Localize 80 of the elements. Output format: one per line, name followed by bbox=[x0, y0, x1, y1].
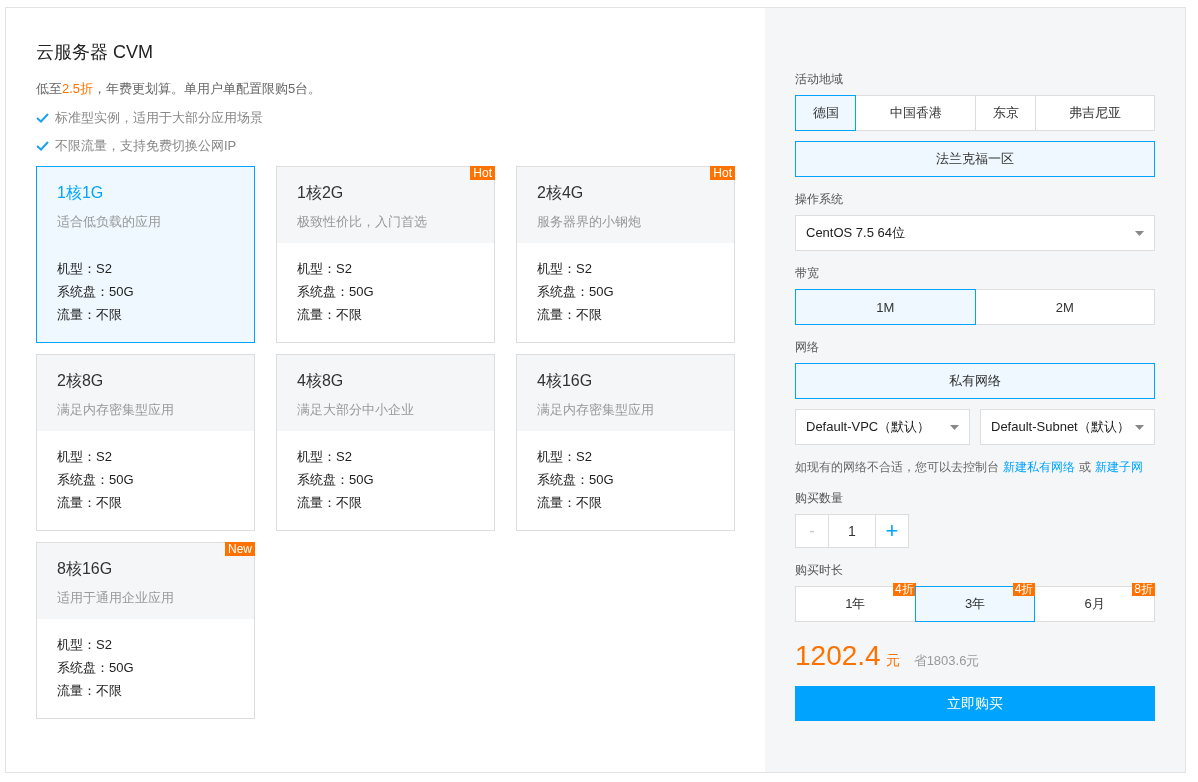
plan-spec: 系统盘：50G bbox=[297, 471, 375, 489]
plan-description: 满足大部分中小企业 bbox=[297, 401, 415, 419]
plan-spec: 系统盘：50G bbox=[57, 471, 135, 489]
plan-spec: 流量：不限 bbox=[537, 306, 603, 324]
plan-spec: 流量：不限 bbox=[57, 306, 123, 324]
plan-name: 4核8G bbox=[297, 371, 345, 391]
plan-name: 2核4G bbox=[537, 183, 585, 203]
plan-name: 1核2G bbox=[297, 183, 345, 203]
os-select[interactable]: CentOS 7.5 64位 bbox=[795, 215, 1155, 251]
plan-card[interactable]: 4核8G 满足大部分中小企业 机型：S2 系统盘：50G 流量：不限 bbox=[276, 354, 495, 531]
plan-name: 4核16G bbox=[537, 371, 594, 391]
plan-spec: 系统盘：50G bbox=[537, 471, 615, 489]
feature-text: 不限流量，支持免费切换公网IP bbox=[55, 137, 237, 155]
field-label: 购买数量 bbox=[795, 490, 844, 507]
plan-description: 满足内存密集型应用 bbox=[57, 401, 175, 419]
dropdown-icon bbox=[950, 424, 959, 430]
plan-spec: 流量：不限 bbox=[297, 494, 363, 512]
plan-badge: Hot bbox=[710, 166, 735, 180]
plan-card[interactable]: Hot 2核4G 服务器界的小钢炮 机型：S2 系统盘：50G 流量：不限 bbox=[516, 166, 735, 343]
plan-spec: 流量：不限 bbox=[537, 494, 603, 512]
plan-card[interactable]: 4核16G 满足内存密集型应用 机型：S2 系统盘：50G 流量：不限 bbox=[516, 354, 735, 531]
plan-description: 适用于通用企业应用 bbox=[57, 589, 175, 607]
plan-spec: 机型：S2 bbox=[297, 260, 353, 278]
plan-name: 2核8G bbox=[57, 371, 105, 391]
feature-text: 标准型实例，适用于大部分应用场景 bbox=[55, 109, 263, 127]
plan-spec: 机型：S2 bbox=[57, 260, 113, 278]
plan-card[interactable]: New 8核16G 适用于通用企业应用 机型：S2 系统盘：50G 流量：不限 bbox=[36, 542, 255, 719]
price-amount: 1202.4 bbox=[795, 640, 881, 672]
plan-spec: 流量：不限 bbox=[297, 306, 363, 324]
subnet-select[interactable]: Default-Subnet（默认） bbox=[980, 409, 1155, 445]
plan-description: 极致性价比，入门首选 bbox=[297, 213, 428, 231]
dropdown-icon bbox=[1135, 230, 1144, 236]
plan-spec: 流量：不限 bbox=[57, 494, 123, 512]
plan-spec: 机型：S2 bbox=[57, 448, 113, 466]
plan-spec: 系统盘：50G bbox=[537, 283, 615, 301]
plan-spec: 机型：S2 bbox=[537, 448, 593, 466]
bandwidth-option[interactable]: 1M bbox=[795, 289, 976, 325]
field-label: 带宽 bbox=[795, 265, 820, 282]
region-tab[interactable]: 弗吉尼亚 bbox=[1035, 95, 1155, 131]
dropdown-icon bbox=[1135, 424, 1144, 430]
plan-name: 1核1G bbox=[57, 183, 105, 203]
network-option[interactable]: 私有网络 bbox=[795, 363, 1155, 399]
product-title: 云服务器 CVM bbox=[36, 41, 154, 64]
zone-option[interactable]: 法兰克福一区 bbox=[795, 141, 1155, 177]
bandwidth-option[interactable]: 2M bbox=[974, 289, 1155, 325]
region-tab[interactable]: 德国 bbox=[795, 95, 856, 131]
field-label: 活动地域 bbox=[795, 71, 844, 88]
price-unit: 元 bbox=[885, 652, 900, 670]
field-label: 操作系统 bbox=[795, 191, 844, 208]
plan-description: 服务器界的小钢炮 bbox=[537, 213, 642, 231]
plan-description: 满足内存密集型应用 bbox=[537, 401, 655, 419]
plan-spec: 机型：S2 bbox=[297, 448, 353, 466]
discount-badge: 4折 bbox=[1012, 583, 1036, 596]
plan-spec: 系统盘：50G bbox=[57, 283, 135, 301]
region-tab[interactable]: 东京 bbox=[975, 95, 1036, 131]
check-icon bbox=[36, 113, 49, 123]
saving-text: 省1803.6元 bbox=[913, 652, 980, 670]
field-label: 网络 bbox=[795, 339, 820, 356]
plan-card[interactable]: 2核8G 满足内存密集型应用 机型：S2 系统盘：50G 流量：不限 bbox=[36, 354, 255, 531]
plan-spec: 机型：S2 bbox=[57, 636, 113, 654]
plan-name: 8核16G bbox=[57, 559, 114, 579]
plan-card[interactable]: Hot 1核2G 极致性价比，入门首选 机型：S2 系统盘：50G 流量：不限 bbox=[276, 166, 495, 343]
plan-card[interactable]: 1核1G 适合低负载的应用 机型：S2 系统盘：50G 流量：不限 bbox=[36, 166, 255, 343]
hint-text: 或 bbox=[1079, 459, 1091, 476]
discount-badge: 8折 bbox=[1132, 583, 1155, 596]
plan-spec: 机型：S2 bbox=[537, 260, 593, 278]
plan-spec: 系统盘：50G bbox=[297, 283, 375, 301]
hint-text: 如现有的网络不合适，您可以去控制台 bbox=[795, 459, 999, 476]
plan-spec: 流量：不限 bbox=[57, 682, 123, 700]
field-label: 购买时长 bbox=[795, 562, 844, 579]
plan-badge: Hot bbox=[470, 166, 495, 180]
check-icon bbox=[36, 141, 49, 151]
discount-badge: 4折 bbox=[893, 583, 916, 596]
plan-description: 适合低负载的应用 bbox=[57, 213, 162, 231]
vpc-select[interactable]: Default-VPC（默认） bbox=[795, 409, 970, 445]
quantity-input[interactable]: 1 bbox=[828, 514, 876, 548]
plan-badge: New bbox=[225, 542, 255, 556]
promo-text: 低至2.5折，年费更划算。单用户单配置限购5台。 bbox=[36, 80, 323, 98]
region-tab[interactable]: 中国香港 bbox=[855, 95, 976, 131]
plan-spec: 系统盘：50G bbox=[57, 659, 135, 677]
